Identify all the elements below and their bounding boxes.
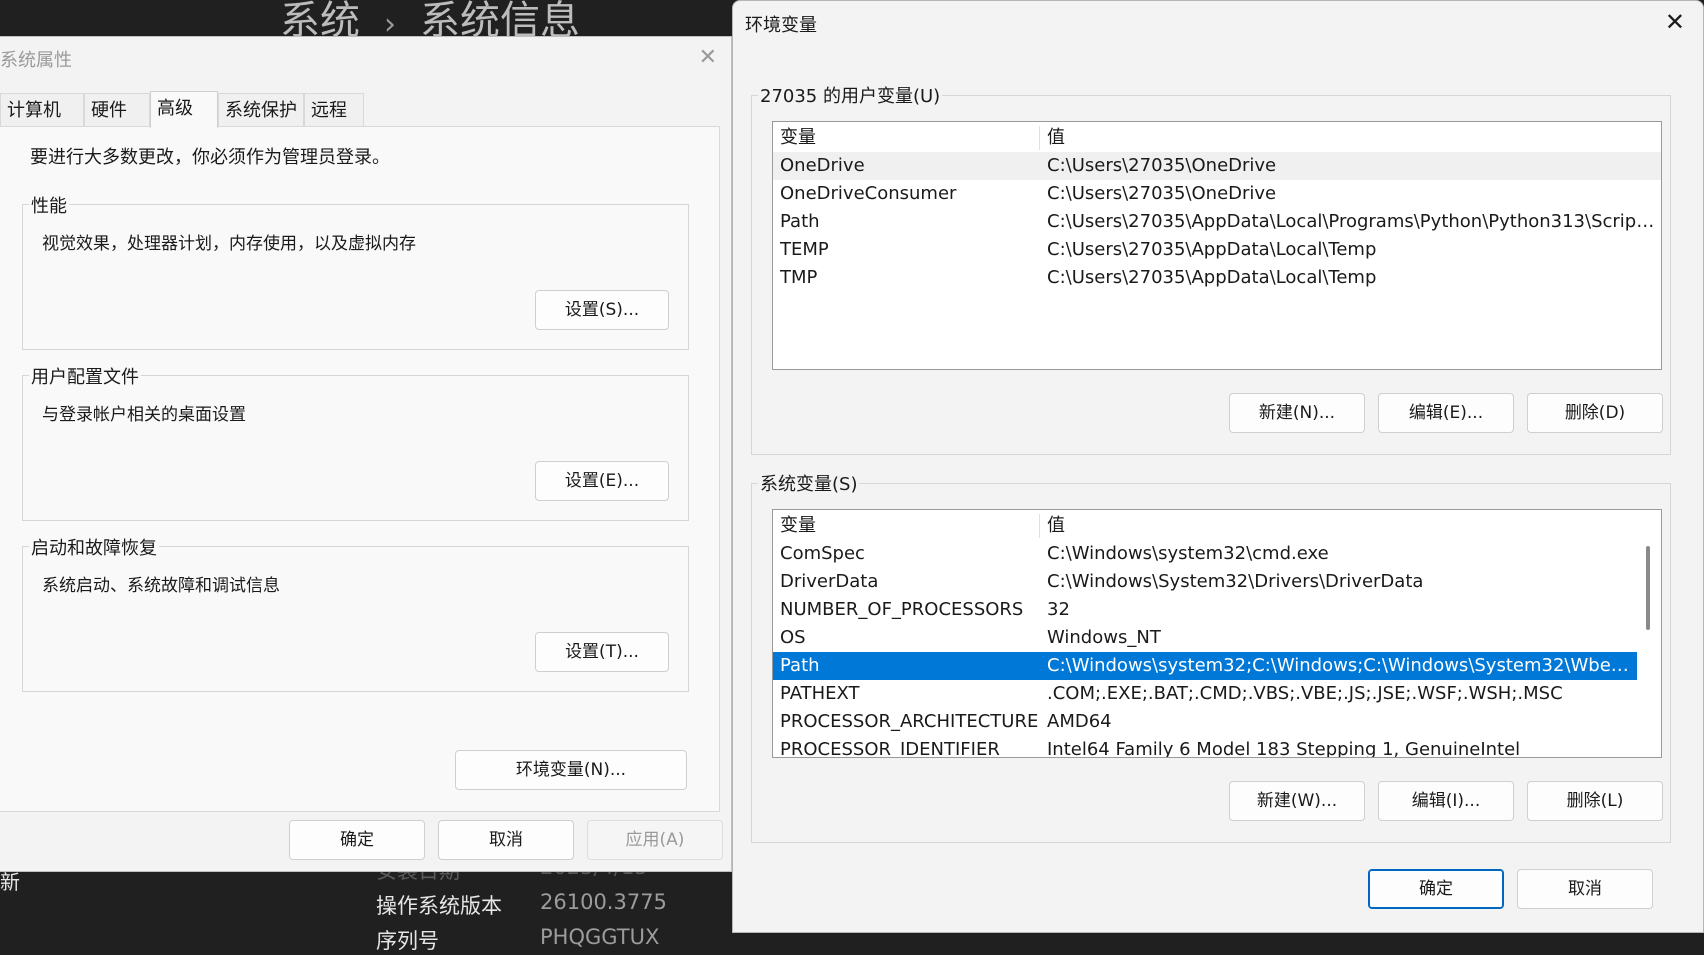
variable-name: TEMP [780,239,829,260]
variable-value: C:\Users\27035\OneDrive [1047,183,1277,204]
variable-name: PROCESSOR_IDENTIFIER [780,739,1000,758]
system-variables-list[interactable]: 变量 值 ComSpec C:\Windows\system32\cmd.exe… [772,509,1662,758]
list-header: 变量 值 [773,512,1661,540]
variable-value: C:\Windows\system32;C:\Windows;C:\Window… [1047,655,1635,676]
close-icon[interactable]: ✕ [1665,10,1685,34]
group-description: 视觉效果，处理器计划，内存使用，以及虚拟内存 [42,234,416,254]
admin-notice: 要进行大多数更改，你必须作为管理员登录。 [30,147,390,168]
variable-name: PATHEXT [780,683,860,704]
column-divider[interactable] [1039,126,1040,150]
info-value: 26100.3775 [540,890,667,914]
column-divider[interactable] [1039,514,1040,538]
list-header: 变量 值 [773,124,1661,152]
dialog-title: 环境变量 [745,15,817,36]
system-edit-button[interactable]: 编辑(I)... [1378,781,1514,821]
group-description: 系统启动、系统故障和调试信息 [42,576,280,596]
scrollbar-thumb[interactable] [1646,546,1650,630]
cancel-button[interactable]: 取消 [438,820,574,860]
user-variables-list[interactable]: 变量 值 OneDrive C:\Users\27035\OneDrive On… [772,121,1662,370]
list-item[interactable]: NUMBER_OF_PROCESSORS 32 [773,596,1637,624]
info-row-serial: 序列号 PHQGGTUX [376,925,659,955]
close-icon[interactable]: ✕ [699,47,717,69]
user-delete-button[interactable]: 删除(D) [1527,393,1663,433]
variable-value: C:\Users\27035\OneDrive [1047,155,1277,176]
column-header-value[interactable]: 值 [1047,512,1065,540]
system-delete-button[interactable]: 删除(L) [1527,781,1663,821]
system-variables-section: 系统变量(S) 变量 值 ComSpec C:\Windows\system32… [751,470,1671,843]
system-new-button[interactable]: 新建(W)... [1229,781,1365,821]
variable-value: Intel64 Family 6 Model 183 Stepping 1, G… [1047,739,1521,758]
variable-value: AMD64 [1047,711,1112,732]
list-item[interactable]: Path C:\Users\27035\AppData\Local\Progra… [773,208,1661,236]
variable-name: NUMBER_OF_PROCESSORS [780,599,1024,620]
list-item[interactable]: OS Windows_NT [773,624,1637,652]
user-profiles-settings-button[interactable]: 设置(E)... [535,461,669,501]
group-description: 与登录帐户相关的桌面设置 [42,405,246,425]
info-row-os-build: 操作系统版本 26100.3775 [376,890,667,920]
variable-value: C:\Users\27035\AppData\Local\Temp [1047,267,1377,288]
variable-name: OneDriveConsumer [780,183,957,204]
variable-value: C:\Windows\system32\cmd.exe [1047,543,1329,564]
advanced-tab-panel: 要进行大多数更改，你必须作为管理员登录。 性能 视觉效果，处理器计划，内存使用，… [0,126,720,812]
section-legend: 27035 的用户变量(U) [758,82,943,108]
group-legend: 性能 [29,192,69,218]
cancel-button[interactable]: 取消 [1517,869,1653,909]
user-profiles-group: 用户配置文件 与登录帐户相关的桌面设置 设置(E)... [22,363,689,521]
user-variables-section: 27035 的用户变量(U) 变量 值 OneDrive C:\Users\27… [751,82,1671,455]
apply-button[interactable]: 应用(A) [587,820,723,860]
performance-settings-button[interactable]: 设置(S)... [535,290,669,330]
list-item[interactable]: OneDriveConsumer C:\Users\27035\OneDrive [773,180,1661,208]
title-bar[interactable]: 系统属性 ✕ [0,37,731,77]
variable-value: 32 [1047,599,1070,620]
list-item[interactable]: TEMP C:\Users\27035\AppData\Local\Temp [773,236,1661,264]
variable-name: TMP [780,267,818,288]
info-value: PHQGGTUX [540,925,660,949]
group-legend: 用户配置文件 [29,363,141,389]
variable-name: DriverData [780,571,879,592]
list-item[interactable]: DriverData C:\Windows\System32\Drivers\D… [773,568,1637,596]
list-item[interactable]: TMP C:\Users\27035\AppData\Local\Temp [773,264,1661,292]
info-label: 操作系统版本 [376,894,502,918]
variable-name: PROCESSOR_ARCHITECTURE [780,711,1038,732]
list-item[interactable]: PROCESSOR_ARCHITECTURE AMD64 [773,708,1637,736]
startup-recovery-group: 启动和故障恢复 系统启动、系统故障和调试信息 设置(T)... [22,534,689,692]
group-legend: 启动和故障恢复 [29,534,159,560]
startup-recovery-settings-button[interactable]: 设置(T)... [535,632,669,672]
list-item[interactable]: ComSpec C:\Windows\system32\cmd.exe [773,540,1637,568]
variable-name: OneDrive [780,155,865,176]
tab-remote[interactable]: 远程 [304,93,364,126]
section-legend: 系统变量(S) [758,470,860,496]
variable-name: Path [780,211,820,232]
tab-computer-name[interactable]: 计算机名 [0,93,84,154]
variable-name: OS [780,627,806,648]
tab-system-protection[interactable]: 系统保护 [218,93,304,126]
list-item[interactable]: OneDrive C:\Users\27035\OneDrive [773,152,1661,180]
column-header-name[interactable]: 变量 [780,124,1038,152]
dialog-title: 系统属性 [0,50,72,71]
list-item[interactable]: PROCESSOR_IDENTIFIER Intel64 Family 6 Mo… [773,736,1637,758]
system-properties-dialog: 系统属性 ✕ 计算机名 硬件 高级 系统保护 远程 要进行大多数更改，你必须作为… [0,36,732,872]
variable-value: .COM;.EXE;.BAT;.CMD;.VBS;.VBE;.JS;.JSE;.… [1047,683,1563,704]
tab-strip: 计算机名 硬件 高级 系统保护 远程 [0,91,731,154]
ok-button[interactable]: 确定 [289,820,425,860]
environment-variables-button[interactable]: 环境变量(N)... [455,750,687,790]
user-edit-button[interactable]: 编辑(E)... [1378,393,1514,433]
tab-hardware[interactable]: 硬件 [84,93,150,126]
column-header-name[interactable]: 变量 [780,512,1038,540]
ok-button[interactable]: 确定 [1368,869,1504,909]
variable-value: C:\Windows\System32\Drivers\DriverData [1047,571,1424,592]
list-item-selected[interactable]: Path C:\Windows\system32;C:\Windows;C:\W… [773,652,1637,680]
list-item[interactable]: PATHEXT .COM;.EXE;.BAT;.CMD;.VBS;.VBE;.J… [773,680,1637,708]
column-header-value[interactable]: 值 [1047,124,1065,152]
variable-name: Path [780,655,820,676]
vertical-scrollbar[interactable] [1637,534,1659,757]
variable-value: C:\Users\27035\AppData\Local\Programs\Py… [1047,211,1659,232]
performance-group: 性能 视觉效果，处理器计划，内存使用，以及虚拟内存 设置(S)... [22,192,689,350]
variable-value: C:\Users\27035\AppData\Local\Temp [1047,239,1377,260]
variable-name: ComSpec [780,543,865,564]
user-new-button[interactable]: 新建(N)... [1229,393,1365,433]
tab-advanced[interactable]: 高级 [150,91,218,128]
variable-value: Windows_NT [1047,627,1161,648]
environment-variables-dialog: 环境变量 ✕ 27035 的用户变量(U) 变量 值 OneDrive C:\U… [732,0,1704,933]
